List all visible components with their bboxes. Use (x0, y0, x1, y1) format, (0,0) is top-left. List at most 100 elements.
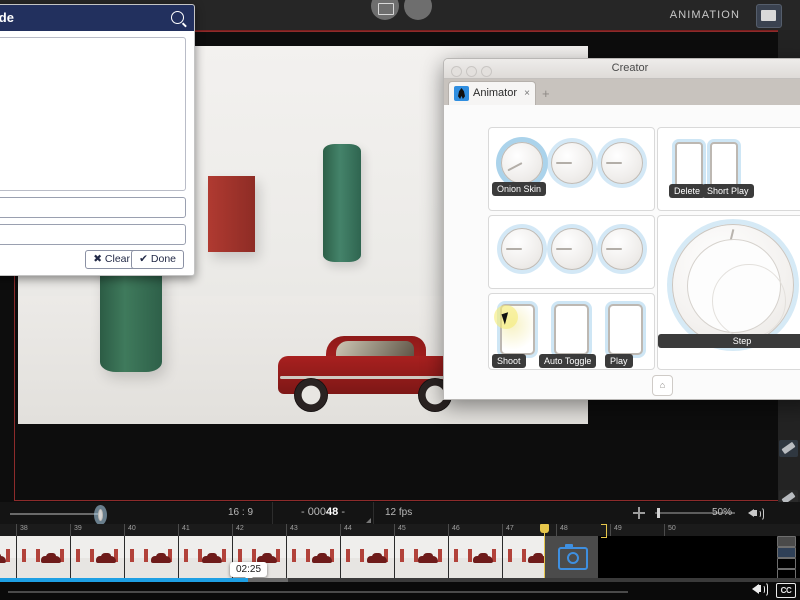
ruler-tick-label: 40 (128, 525, 136, 532)
scene-green-cylinder-small (323, 144, 361, 262)
frame-strip[interactable] (0, 536, 800, 578)
speaker-icon[interactable] (748, 506, 764, 521)
step-tooltip: Step (658, 334, 800, 348)
done-button-label: Done (150, 253, 176, 265)
frame-thumbnail[interactable] (448, 536, 503, 578)
list-item[interactable]: Shape (0, 101, 185, 120)
done-button[interactable]: ✔ Done (131, 250, 184, 269)
ruler-tick: 42 (232, 524, 244, 536)
frame-counter[interactable]: - 00048 - (272, 502, 374, 524)
ruler-tick: 39 (70, 524, 82, 536)
right-bottom-panel: Step (657, 215, 800, 370)
list-item[interactable]: OOM (0, 120, 185, 139)
time-tooltip: 02:25 (230, 562, 268, 581)
tab-animator[interactable]: Animator × (448, 81, 536, 106)
ruler-tick-label: 49 (614, 525, 622, 532)
player-bar: CC (0, 578, 800, 600)
auto-toggle-button[interactable] (554, 304, 589, 355)
fps-label[interactable]: 12 fps (385, 507, 412, 518)
creator-title-bar[interactable]: Creator (444, 59, 800, 79)
zoom-percent-label: 50% (712, 507, 733, 518)
list-item[interactable]: AN (0, 177, 185, 190)
list-item[interactable]: l (0, 63, 185, 82)
tab-animator-label: Animator (473, 87, 518, 99)
knob-6[interactable] (601, 228, 643, 270)
frame-fit-icon[interactable] (777, 547, 796, 558)
home-button[interactable]: ⌂ (652, 375, 673, 396)
play-tooltip: Play (605, 354, 633, 368)
ruler-tick-label: 41 (182, 525, 190, 532)
knob-2[interactable] (551, 142, 593, 184)
frame-thumbnail[interactable] (70, 536, 125, 578)
playback-scrubber[interactable] (8, 591, 628, 593)
knob-5[interactable] (551, 228, 593, 270)
frame-thumbnail[interactable] (340, 536, 395, 578)
frame-suffix: - (338, 506, 346, 518)
search-icon[interactable] (171, 11, 184, 24)
list-item[interactable]: Character (0, 82, 185, 101)
range-end-bracket[interactable] (601, 524, 607, 538)
creator-tab-bar: Animator × + (444, 79, 800, 106)
step-dial[interactable] (672, 224, 794, 346)
ruler-tick: 40 (124, 524, 136, 536)
knob-4[interactable] (501, 228, 543, 270)
ruler-tick: 41 (178, 524, 190, 536)
aspect-ratio-label: 16 : 9 (228, 507, 254, 518)
ruler-tick: 47 (502, 524, 514, 536)
ruler-tick-label: 44 (344, 525, 352, 532)
playhead-flag[interactable] (540, 524, 549, 533)
frame-thumbnail[interactable] (286, 536, 341, 578)
delete-button[interactable] (675, 142, 703, 190)
volume-icon[interactable] (752, 581, 769, 597)
capture-cell[interactable] (544, 536, 598, 578)
list-item[interactable]: WING (0, 139, 185, 158)
ruler-tick-label: 45 (398, 525, 406, 532)
frame-thumbnail[interactable] (0, 536, 17, 578)
ruler-tick-label: 46 (452, 525, 460, 532)
play-button[interactable] (608, 304, 643, 355)
crop-icon[interactable] (777, 558, 796, 569)
progress-bar[interactable] (0, 578, 800, 582)
mode-field-1[interactable]: Mode (0, 197, 186, 218)
monitor-icon[interactable] (756, 4, 782, 28)
zoom-target-icon[interactable] (633, 507, 645, 519)
plus-icon[interactable]: + (542, 86, 550, 101)
frame-number: 48 (326, 506, 339, 518)
clear-button-label: Clear (104, 253, 130, 265)
timeline-scale-slider[interactable] (10, 509, 103, 521)
clear-button[interactable]: ✖ Clear (85, 250, 138, 269)
delete-tooltip: Delete (669, 184, 706, 198)
creator-window-title: Creator (611, 62, 649, 74)
frame-thumbnail[interactable] (16, 536, 71, 578)
mode-list[interactable]: SkinlCharacterShapeOOMWINGILTANRACK (0, 37, 186, 191)
short-play-tooltip: Short Play (702, 184, 754, 198)
dialog-title-bar: frame Mode (0, 5, 194, 31)
close-icon[interactable]: × (524, 88, 530, 99)
list-item[interactable]: Skin (0, 44, 185, 63)
frame-thumbnail[interactable] (178, 536, 233, 578)
timeline-info-bar: 16 : 9 - 00048 - 12 fps 50% (0, 502, 800, 524)
frame-thumbnail[interactable] (124, 536, 179, 578)
onion-skin-tooltip: Onion Skin (492, 182, 547, 196)
capture-icon[interactable] (371, 0, 399, 20)
mode-field-2[interactable]: Mode (0, 224, 186, 245)
pencil-icon[interactable] (779, 440, 798, 457)
record-button[interactable] (404, 0, 432, 20)
resize-corner-icon (366, 518, 371, 523)
ruler-tick-label: 42 (236, 525, 244, 532)
frame-thumbnail[interactable] (394, 536, 449, 578)
ruler-tick: 48 (556, 524, 568, 536)
cc-button[interactable]: CC (776, 583, 796, 598)
creator-window[interactable]: Creator Animator × + Onion Skin Shoot Au… (443, 58, 800, 400)
knobs-panel-2 (488, 215, 655, 289)
knob-3[interactable] (601, 142, 643, 184)
short-play-button[interactable] (710, 142, 738, 190)
onion-skin-knob[interactable] (501, 142, 543, 184)
list-item[interactable]: ILT (0, 158, 185, 177)
creator-content: Onion Skin Shoot Auto Toggle Play Delete… (444, 105, 800, 399)
filmstrip-icon[interactable] (777, 536, 796, 547)
right-top-panel: Delete Short Play Animator (657, 127, 800, 211)
ruler-tick: 43 (286, 524, 298, 536)
ruler-tick-label: 38 (20, 525, 28, 532)
keyframe-mode-dialog[interactable]: frame Mode SkinlCharacterShapeOOMWINGILT… (0, 4, 195, 276)
